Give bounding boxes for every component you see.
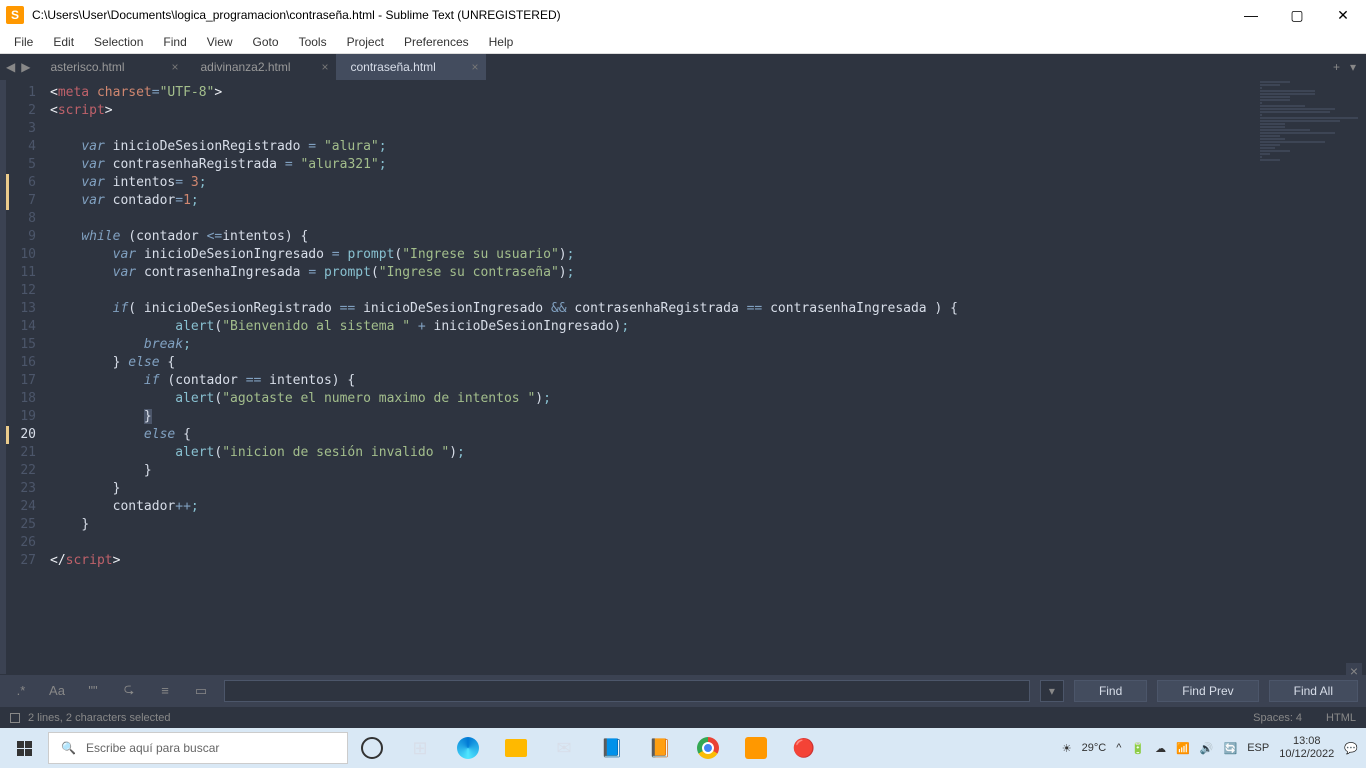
explorer-icon[interactable] — [492, 728, 540, 768]
tab-label: adivinanza2.html — [200, 60, 290, 74]
menu-file[interactable]: File — [4, 33, 43, 51]
code-area[interactable]: <meta charset="UTF-8"><script> var inici… — [50, 80, 1366, 674]
powerpoint-icon[interactable]: 📙 — [636, 728, 684, 768]
window-title: C:\Users\User\Documents\logica_programac… — [32, 8, 1228, 22]
menu-edit[interactable]: Edit — [43, 33, 84, 51]
menu-view[interactable]: View — [197, 33, 243, 51]
start-button[interactable] — [0, 728, 48, 768]
maximize-button[interactable]: ▢ — [1274, 0, 1320, 30]
clock[interactable]: 13:08 10/12/2022 — [1279, 735, 1334, 761]
find-selection-option[interactable]: ≡ — [152, 683, 178, 698]
tray-onedrive-icon[interactable]: ☁ — [1155, 742, 1166, 755]
word-icon[interactable]: 📘 — [588, 728, 636, 768]
find-word-option[interactable]: "" — [80, 683, 106, 698]
status-bar: 2 lines, 2 characters selected Spaces: 4… — [0, 706, 1366, 728]
tab-label: contraseña.html — [350, 60, 435, 74]
edge-icon[interactable] — [444, 728, 492, 768]
taskbar: 🔍 Escribe aquí para buscar ⊞ ✉ 📘 📙 🔴 ☀ 2… — [0, 728, 1366, 768]
syntax-status[interactable]: HTML — [1326, 712, 1356, 724]
tab-back-icon[interactable]: ◀ — [6, 60, 15, 74]
tab-forward-icon[interactable]: ▶ — [21, 60, 30, 74]
menu-project[interactable]: Project — [337, 33, 394, 51]
menu-selection[interactable]: Selection — [84, 33, 153, 51]
task-view-icon[interactable]: ⊞ — [396, 728, 444, 768]
tab-asterisco[interactable]: asterisco.html × — [36, 54, 186, 80]
menu-tools[interactable]: Tools — [289, 33, 337, 51]
tray-wifi-icon[interactable]: 📶 — [1176, 742, 1190, 755]
menu-preferences[interactable]: Preferences — [394, 33, 479, 51]
menu-bar: File Edit Selection Find View Goto Tools… — [0, 30, 1366, 54]
tab-label: asterisco.html — [50, 60, 124, 74]
tab-contrasena[interactable]: contraseña.html × — [336, 54, 486, 80]
app-icon[interactable]: 🔴 — [780, 728, 828, 768]
tab-adivinanza[interactable]: adivinanza2.html × — [186, 54, 336, 80]
close-button[interactable]: ✕ — [1320, 0, 1366, 30]
find-button[interactable]: Find — [1074, 680, 1147, 702]
menu-help[interactable]: Help — [479, 33, 524, 51]
mail-icon[interactable]: ✉ — [540, 728, 588, 768]
find-highlight-option[interactable]: ▭ — [188, 683, 214, 699]
tab-strip: ◀ ▶ asterisco.html × adivinanza2.html × … — [0, 54, 1366, 80]
notifications-icon[interactable]: 💬 — [1344, 742, 1358, 755]
indent-status[interactable]: Spaces: 4 — [1253, 712, 1302, 724]
tray-volume-icon[interactable]: 🔊 — [1200, 742, 1214, 755]
close-icon[interactable]: × — [321, 60, 328, 74]
minimize-button[interactable]: — — [1228, 0, 1274, 30]
minimap[interactable] — [1256, 80, 1366, 674]
weather-icon[interactable]: ☀ — [1062, 742, 1072, 755]
find-bar: × .* Aa "" ⮎ ≡ ▭ ▾ Find Find Prev Find A… — [0, 674, 1366, 706]
tray-sync-icon[interactable]: 🔄 — [1224, 742, 1238, 755]
clock-time: 13:08 — [1279, 735, 1334, 748]
tab-menu-icon[interactable]: ▾ — [1350, 60, 1356, 74]
tray-chevron-icon[interactable]: ^ — [1116, 742, 1121, 754]
weather-temp[interactable]: 29°C — [1082, 742, 1107, 754]
find-wrap-option[interactable]: ⮎ — [116, 680, 142, 702]
search-icon: 🔍 — [61, 741, 76, 755]
close-icon[interactable]: × — [171, 60, 178, 74]
editor[interactable]: 1234567891011121314151617181920212223242… — [0, 80, 1366, 674]
tray-battery-icon[interactable]: 🔋 — [1131, 742, 1145, 755]
find-all-button[interactable]: Find All — [1269, 680, 1358, 702]
clock-date: 10/12/2022 — [1279, 748, 1334, 761]
find-case-option[interactable]: Aa — [44, 683, 70, 698]
new-tab-icon[interactable]: + — [1333, 60, 1340, 74]
windows-logo-icon — [17, 741, 32, 756]
menu-goto[interactable]: Goto — [243, 33, 289, 51]
chrome-icon[interactable] — [684, 728, 732, 768]
selection-status: 2 lines, 2 characters selected — [28, 712, 170, 724]
menu-find[interactable]: Find — [153, 33, 196, 51]
language-indicator[interactable]: ESP — [1247, 742, 1269, 754]
find-close-icon[interactable]: × — [1346, 663, 1362, 679]
app-icon: S — [6, 6, 24, 24]
find-regex-option[interactable]: .* — [8, 683, 34, 698]
line-gutter: 1234567891011121314151617181920212223242… — [6, 80, 50, 674]
taskbar-search[interactable]: 🔍 Escribe aquí para buscar — [48, 732, 348, 764]
find-input[interactable] — [224, 680, 1030, 702]
search-placeholder: Escribe aquí para buscar — [86, 741, 219, 755]
panel-toggle-icon[interactable] — [10, 713, 20, 723]
title-bar: S C:\Users\User\Documents\logica_program… — [0, 0, 1366, 30]
find-prev-button[interactable]: Find Prev — [1157, 680, 1258, 702]
close-icon[interactable]: × — [471, 60, 478, 74]
sublime-icon[interactable] — [732, 728, 780, 768]
find-history-dropdown[interactable]: ▾ — [1040, 680, 1064, 702]
cortana-icon[interactable] — [348, 728, 396, 768]
